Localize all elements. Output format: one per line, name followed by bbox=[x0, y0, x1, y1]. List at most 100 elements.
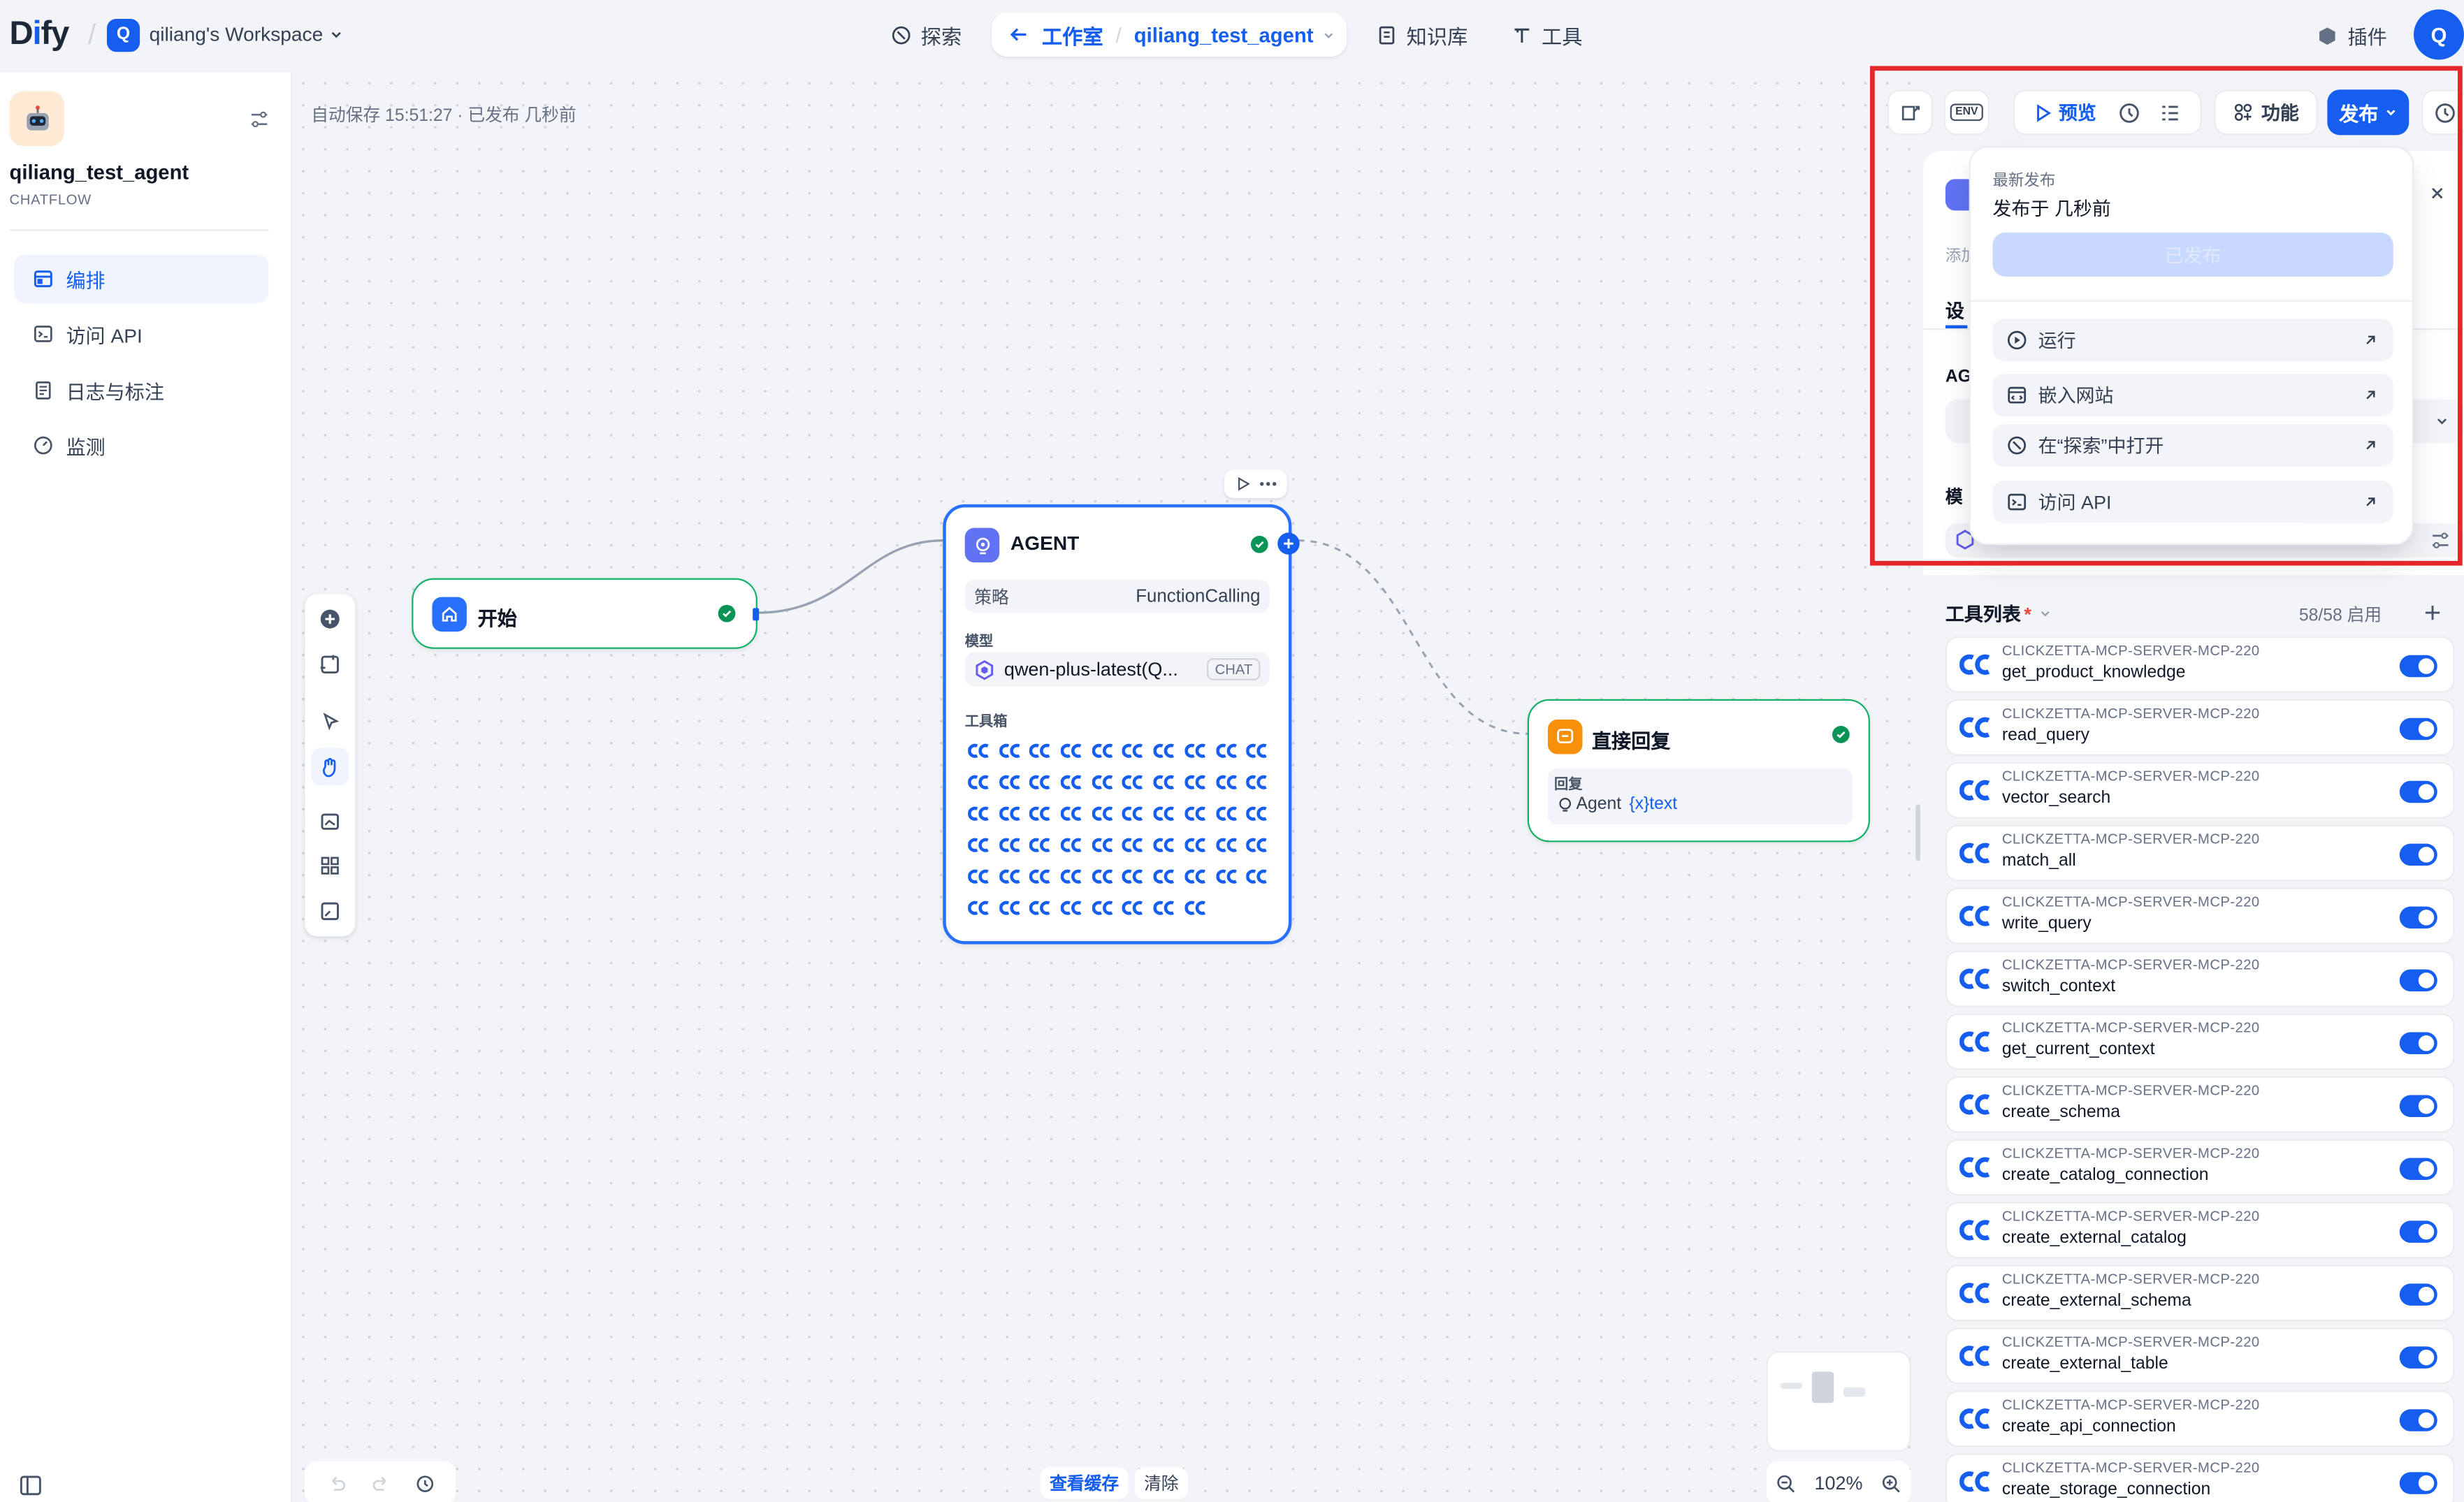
clickzetta-icon bbox=[1959, 905, 1991, 926]
tool-toggle[interactable] bbox=[2399, 843, 2437, 866]
tool-toggle[interactable] bbox=[2399, 906, 2437, 929]
tool-toggle[interactable] bbox=[2399, 1220, 2437, 1243]
zoom-in-icon[interactable] bbox=[1881, 1473, 1901, 1493]
tool-row[interactable]: CLICKZETTA-MCP-SERVER-MCP-220 create_stor… bbox=[1945, 1453, 2455, 1502]
tool-icon bbox=[1029, 834, 1052, 856]
clickzetta-icon bbox=[1959, 1030, 1991, 1052]
start-node[interactable]: 开始 bbox=[412, 578, 760, 649]
toolbox-grid bbox=[968, 740, 1282, 919]
tool-toggle[interactable] bbox=[2399, 969, 2437, 992]
tool-icon bbox=[1122, 803, 1145, 824]
tool-row[interactable]: CLICKZETTA-MCP-SERVER-MCP-220 create_exte… bbox=[1945, 1202, 2455, 1259]
minimap-toggle-icon[interactable] bbox=[317, 898, 342, 924]
reply-label: 回复 bbox=[1553, 775, 1583, 792]
minimap[interactable] bbox=[1766, 1351, 1911, 1452]
history-icon[interactable] bbox=[414, 1473, 435, 1493]
tool-icon bbox=[999, 834, 1020, 856]
add-note-icon[interactable] bbox=[317, 652, 342, 677]
tool-toggle[interactable] bbox=[2399, 1032, 2437, 1055]
add-tool-icon[interactable] bbox=[2423, 604, 2442, 622]
tool-toggle[interactable] bbox=[2399, 1095, 2437, 1118]
tool-row[interactable]: CLICKZETTA-MCP-SERVER-MCP-220 create_exte… bbox=[1945, 1327, 2455, 1385]
start-node-title: 开始 bbox=[477, 608, 517, 630]
hand-icon[interactable] bbox=[311, 748, 349, 786]
zoom-out-icon[interactable] bbox=[1776, 1473, 1796, 1493]
export-image-icon[interactable] bbox=[317, 809, 342, 834]
panel-resize-handle[interactable] bbox=[1915, 804, 1920, 861]
var-agent: Agent bbox=[1576, 794, 1622, 814]
tool-row[interactable]: CLICKZETTA-MCP-SERVER-MCP-220 get_current… bbox=[1945, 1013, 2455, 1070]
home-icon bbox=[432, 597, 467, 632]
add-next-node-icon[interactable] bbox=[1277, 532, 1300, 555]
tool-name: create_external_schema bbox=[2001, 1291, 2191, 1311]
edge-start-agent bbox=[757, 539, 943, 614]
zoom-level[interactable]: 102% bbox=[1814, 1472, 1862, 1494]
tool-icon bbox=[1153, 897, 1175, 919]
tool-icon bbox=[1246, 866, 1268, 887]
tool-icon bbox=[968, 740, 990, 761]
tool-toggle[interactable] bbox=[2399, 717, 2437, 741]
tool-icon bbox=[1029, 803, 1052, 824]
chevron-down-icon[interactable] bbox=[2038, 606, 2052, 620]
tool-row[interactable]: CLICKZETTA-MCP-SERVER-MCP-220 create_api_… bbox=[1945, 1390, 2455, 1448]
answer-node[interactable]: 直接回复 回复 Agent {x}text bbox=[1527, 699, 1870, 843]
add-node-icon[interactable] bbox=[317, 606, 342, 632]
zoom-controls: 102% bbox=[1766, 1461, 1911, 1502]
reply-variable: Agent {x}text bbox=[1557, 795, 1677, 814]
play-icon[interactable] bbox=[1234, 476, 1249, 491]
tool-row[interactable]: CLICKZETTA-MCP-SERVER-MCP-220 write_query bbox=[1945, 887, 2455, 945]
tool-toggle[interactable] bbox=[2399, 780, 2437, 803]
tool-row[interactable]: CLICKZETTA-MCP-SERVER-MCP-220 create_cata… bbox=[1945, 1139, 2455, 1196]
tool-icon bbox=[968, 897, 990, 919]
toolbox-label: 工具箱 bbox=[964, 713, 1008, 729]
check-circle-icon bbox=[1832, 726, 1850, 743]
tool-toggle[interactable] bbox=[2399, 1409, 2437, 1431]
tool-icon bbox=[999, 740, 1020, 761]
tool-toggle[interactable] bbox=[2399, 655, 2437, 678]
reply-field[interactable]: 回复 Agent {x}text bbox=[1547, 768, 1853, 825]
tool-row[interactable]: CLICKZETTA-MCP-SERVER-MCP-220 create_sche… bbox=[1945, 1076, 2455, 1133]
tool-name: create_storage_connection bbox=[2001, 1480, 2211, 1499]
tool-toggle[interactable] bbox=[2399, 1158, 2437, 1180]
tool-icon bbox=[1215, 803, 1237, 824]
tool-toggle[interactable] bbox=[2399, 1346, 2437, 1369]
tool-row[interactable]: CLICKZETTA-MCP-SERVER-MCP-220 get_product… bbox=[1945, 636, 2455, 693]
view-cache-button[interactable]: 查看缓存 bbox=[1040, 1467, 1129, 1499]
tool-icon bbox=[1061, 803, 1082, 824]
tool-icon bbox=[1215, 834, 1237, 856]
tool-row[interactable]: CLICKZETTA-MCP-SERVER-MCP-220 match_all bbox=[1945, 824, 2455, 882]
tool-icon bbox=[1153, 834, 1175, 856]
tool-row[interactable]: CLICKZETTA-MCP-SERVER-MCP-220 read_query bbox=[1945, 699, 2455, 756]
tool-icon bbox=[1061, 771, 1082, 793]
undo-icon[interactable] bbox=[326, 1473, 347, 1493]
tool-row[interactable]: CLICKZETTA-MCP-SERVER-MCP-220 vector_sear… bbox=[1945, 761, 2455, 819]
tool-toggle[interactable] bbox=[2399, 1283, 2437, 1306]
tool-toggle[interactable] bbox=[2399, 1472, 2437, 1494]
clear-button[interactable]: 清除 bbox=[1134, 1467, 1189, 1499]
tool-row[interactable]: CLICKZETTA-MCP-SERVER-MCP-220 switch_cont… bbox=[1945, 950, 2455, 1007]
tool-icon bbox=[1029, 740, 1052, 761]
agent-node[interactable]: AGENT 策略 FunctionCalling 模型 qwen-plus-la… bbox=[943, 504, 1300, 945]
tool-icon bbox=[1122, 771, 1145, 793]
start-node-handle[interactable] bbox=[753, 608, 760, 621]
redo-icon[interactable] bbox=[370, 1473, 391, 1493]
strategy-field[interactable]: 策略 FunctionCalling bbox=[964, 579, 1270, 613]
more-icon[interactable] bbox=[1258, 481, 1277, 487]
model-field[interactable]: qwen-plus-latest(Q... CHAT bbox=[964, 652, 1270, 687]
clickzetta-icon bbox=[1959, 717, 1991, 738]
tool-row[interactable]: CLICKZETTA-MCP-SERVER-MCP-220 create_exte… bbox=[1945, 1264, 2455, 1322]
tool-icon bbox=[1029, 771, 1052, 793]
tool-provider: CLICKZETTA-MCP-SERVER-MCP-220 bbox=[2001, 1459, 2260, 1475]
clickzetta-icon bbox=[1959, 1093, 1991, 1115]
organize-blocks-icon[interactable] bbox=[317, 853, 342, 878]
tool-icon bbox=[1092, 897, 1113, 919]
tool-icon bbox=[1246, 803, 1268, 824]
tool-provider: CLICKZETTA-MCP-SERVER-MCP-220 bbox=[2001, 1397, 2260, 1413]
model-value: qwen-plus-latest(Q... bbox=[1003, 658, 1178, 680]
tool-icon bbox=[1153, 803, 1175, 824]
pointer-icon[interactable] bbox=[317, 708, 342, 734]
tool-icon bbox=[968, 834, 990, 856]
history-controls bbox=[305, 1461, 456, 1502]
tool-provider: CLICKZETTA-MCP-SERVER-MCP-220 bbox=[2001, 831, 2260, 847]
tool-name: write_query bbox=[2001, 914, 2092, 933]
